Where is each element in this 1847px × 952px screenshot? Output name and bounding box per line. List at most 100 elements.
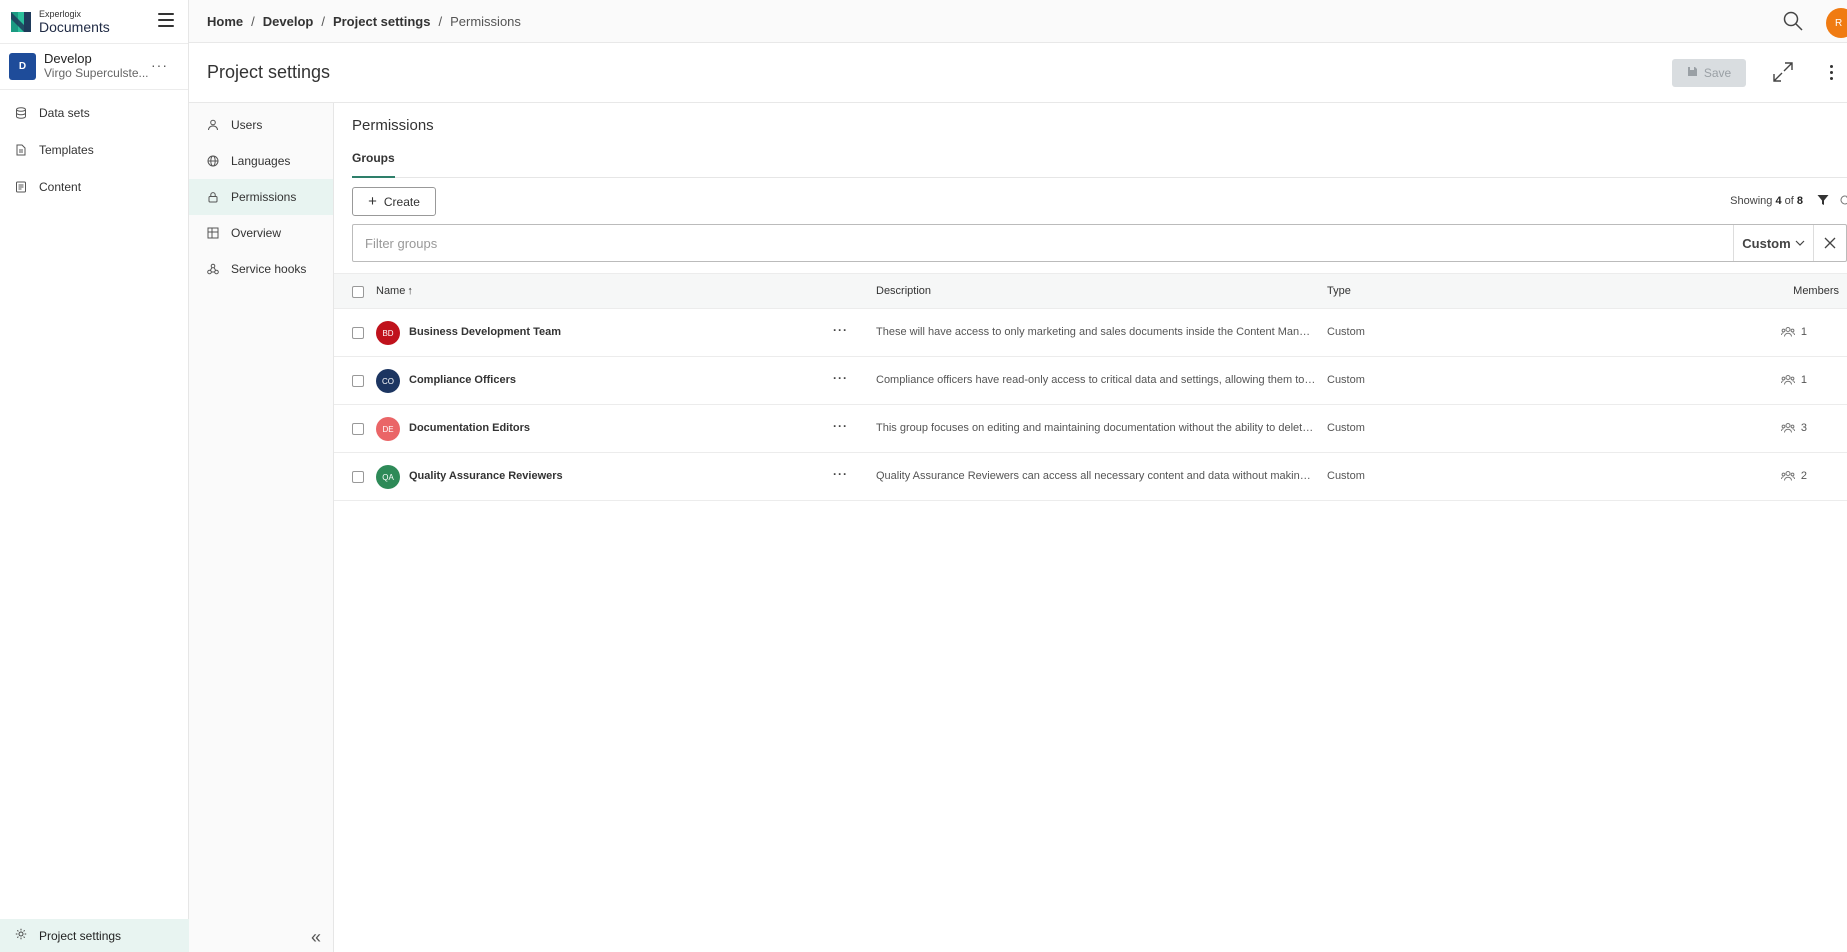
subnav-item-label: Overview xyxy=(231,226,282,240)
project-more-icon[interactable]: ··· xyxy=(151,57,168,73)
user-avatar[interactable]: R xyxy=(1826,8,1847,38)
group-type: Custom xyxy=(1327,470,1365,482)
breadcrumb-develop[interactable]: Develop xyxy=(263,14,314,29)
page-title: Project settings xyxy=(207,62,331,82)
table-row[interactable]: BD Business Development Team ··· These w… xyxy=(334,309,1847,357)
globe-icon xyxy=(207,155,219,167)
users-icon xyxy=(1781,374,1795,389)
create-group-button[interactable]: + Create xyxy=(352,187,436,216)
sidebar-item-label: Project settings xyxy=(39,928,122,943)
row-checkbox[interactable] xyxy=(352,327,364,339)
column-description: Description xyxy=(876,285,932,297)
showing-of: of xyxy=(1784,195,1794,207)
filter-groups-input[interactable] xyxy=(353,225,1733,261)
subnav-item-users[interactable]: Users xyxy=(189,107,333,143)
settings-subnav: Users Languages Permissions Overview Ser… xyxy=(189,103,334,952)
breadcrumb-home[interactable]: Home xyxy=(207,14,243,29)
group-avatar: CO xyxy=(376,369,400,393)
breadcrumb: Home / Develop / Project settings / Perm… xyxy=(207,14,521,29)
permissions-panel: Permissions Groups + Create Showing 4 of… xyxy=(334,103,1847,952)
group-type-select[interactable]: Custom xyxy=(1733,225,1813,261)
sidebar-item-content[interactable]: Content xyxy=(0,168,188,205)
breadcrumb-separator: / xyxy=(321,13,325,29)
project-avatar: D xyxy=(9,53,36,80)
group-avatar: QA xyxy=(376,465,400,489)
sidebar-item-label: Templates xyxy=(39,142,94,157)
project-name: Develop xyxy=(44,51,92,67)
groups-table: Name ↑ Description Type Members BD Busine… xyxy=(334,273,1847,501)
row-checkbox[interactable] xyxy=(352,375,364,387)
more-options-icon[interactable] xyxy=(1825,60,1837,84)
lock-icon xyxy=(207,191,219,203)
breadcrumb-project-settings[interactable]: Project settings xyxy=(333,14,431,29)
sidebar-item-data-sets[interactable]: Data sets xyxy=(0,94,188,131)
table-row[interactable]: DE Documentation Editors ··· This group … xyxy=(334,405,1847,453)
column-name[interactable]: Name ↑ xyxy=(376,285,413,297)
subnav-item-permissions[interactable]: Permissions xyxy=(189,179,333,215)
expand-icon[interactable] xyxy=(1771,60,1795,84)
sidebar-nav: Data sets Templates Content xyxy=(0,90,188,205)
create-label: Create xyxy=(383,194,420,209)
app-sidebar: Experlogix Documents D Develop Virgo Sup… xyxy=(0,0,189,952)
table-row[interactable]: QA Quality Assurance Reviewers ··· Quali… xyxy=(334,453,1847,501)
tab-bar: Groups xyxy=(352,151,1847,178)
project-info: Develop Virgo Superculste... xyxy=(44,51,149,81)
filter-icon[interactable] xyxy=(1817,194,1829,209)
subnav-item-service-hooks[interactable]: Service hooks xyxy=(189,251,333,287)
plus-icon: + xyxy=(368,193,377,210)
select-all-checkbox[interactable] xyxy=(352,286,364,298)
group-description: Quality Assurance Reviewers can access a… xyxy=(876,470,1316,482)
row-more-icon[interactable]: ··· xyxy=(833,419,848,433)
subnav-item-overview[interactable]: Overview xyxy=(189,215,333,251)
row-checkbox[interactable] xyxy=(352,471,364,483)
save-label: Save xyxy=(1703,66,1732,80)
row-checkbox[interactable] xyxy=(352,423,364,435)
search-icon[interactable] xyxy=(1782,10,1804,32)
subnav-item-label: Languages xyxy=(231,154,291,168)
group-name[interactable]: Documentation Editors xyxy=(409,422,530,434)
breadcrumb-separator: / xyxy=(438,13,443,29)
logo-product: Documents xyxy=(39,18,110,35)
users-icon xyxy=(1781,422,1795,437)
breadcrumb-separator: / xyxy=(251,13,255,29)
sort-ascending-icon: ↑ xyxy=(407,285,413,297)
experlogix-logo-icon xyxy=(11,11,31,32)
group-description: These will have access to only marketing… xyxy=(876,326,1316,338)
row-more-icon[interactable]: ··· xyxy=(833,467,848,481)
members-count: 1 xyxy=(1800,374,1807,386)
row-more-icon[interactable]: ··· xyxy=(833,371,848,385)
group-description: This group focuses on editing and mainta… xyxy=(876,422,1316,434)
showing-prefix: Showing xyxy=(1730,195,1773,207)
results-count: Showing 4 of 8 xyxy=(1730,195,1803,207)
hamburger-menu-icon[interactable] xyxy=(158,13,174,27)
subnav-item-languages[interactable]: Languages xyxy=(189,143,333,179)
breadcrumb-permissions: Permissions xyxy=(450,13,521,29)
collapse-sidebar-icon[interactable]: « xyxy=(311,927,321,948)
template-icon xyxy=(15,144,27,156)
members-count: 1 xyxy=(1800,326,1807,338)
content-icon xyxy=(15,181,27,193)
logo-brand: Experlogix xyxy=(39,8,82,19)
sidebar-item-label: Data sets xyxy=(39,105,90,120)
members-count: 2 xyxy=(1800,470,1807,482)
table-row[interactable]: CO Compliance Officers ··· Compliance of… xyxy=(334,357,1847,405)
refresh-icon[interactable] xyxy=(1839,194,1847,209)
row-more-icon[interactable]: ··· xyxy=(833,323,848,337)
group-type: Custom xyxy=(1327,422,1365,434)
save-button[interactable]: Save xyxy=(1672,59,1746,87)
sidebar-item-label: Content xyxy=(39,179,82,194)
users-icon xyxy=(1781,470,1795,485)
group-name[interactable]: Quality Assurance Reviewers xyxy=(409,470,563,482)
project-switcher[interactable]: D Develop Virgo Superculste... ··· xyxy=(0,44,188,90)
tab-groups[interactable]: Groups xyxy=(352,151,395,178)
group-name[interactable]: Business Development Team xyxy=(409,326,561,338)
logo-row: Experlogix Documents xyxy=(0,0,188,44)
group-avatar: DE xyxy=(376,417,400,441)
sidebar-item-templates[interactable]: Templates xyxy=(0,131,188,168)
table-header: Name ↑ Description Type Members xyxy=(334,273,1847,309)
sidebar-item-project-settings[interactable]: Project settings xyxy=(0,919,189,952)
group-name[interactable]: Compliance Officers xyxy=(409,374,516,386)
column-name-label: Name xyxy=(376,285,406,297)
close-icon[interactable] xyxy=(1813,225,1846,261)
members-count: 3 xyxy=(1800,422,1807,434)
